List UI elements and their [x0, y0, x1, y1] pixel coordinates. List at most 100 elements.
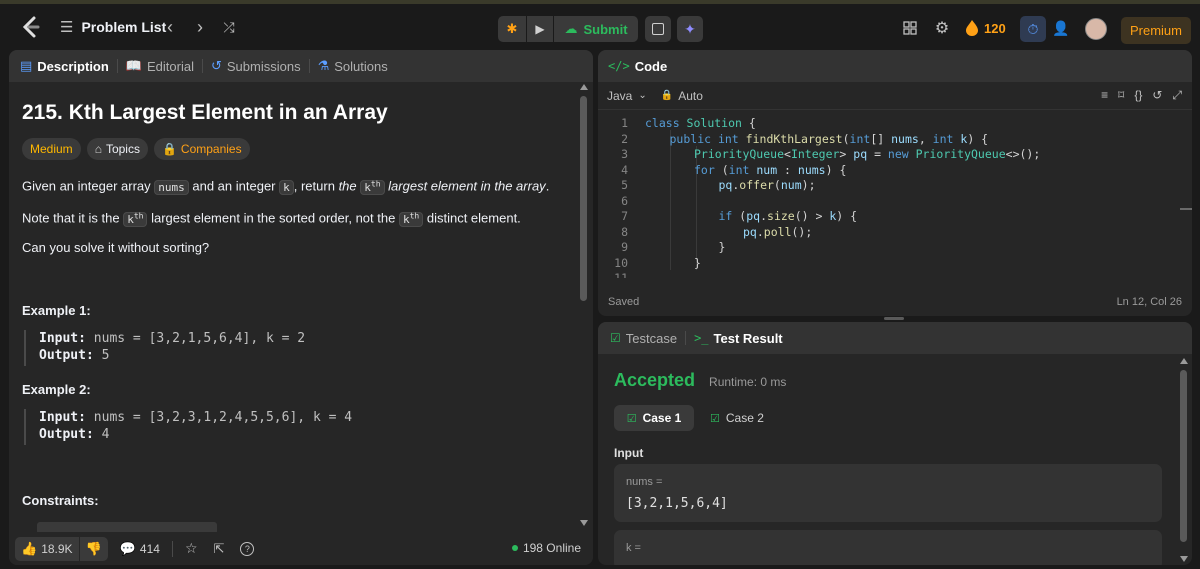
list-icon: ☰ — [60, 19, 74, 36]
previous-problem-icon[interactable]: ‹ — [160, 16, 180, 38]
dislike-button[interactable]: 👎 — [79, 536, 108, 561]
leetcode-logo[interactable] — [18, 14, 44, 40]
code-token: int — [849, 131, 871, 146]
line-code: pq.poll(); — [628, 225, 812, 241]
settings-gear-icon[interactable]: ⚙ — [932, 18, 952, 38]
timer-button[interactable]: ⏱ — [1020, 16, 1046, 42]
scroll-thumb[interactable] — [1180, 370, 1187, 542]
ai-assistant-button[interactable]: ✦ — [677, 16, 703, 42]
line-number: 4 — [621, 162, 628, 177]
tab-editorial[interactable]: 📖 Editorial — [126, 58, 194, 74]
code-token: < — [784, 147, 791, 161]
star-icon[interactable]: ☆ — [185, 540, 198, 557]
panel-resize-handle[interactable] — [884, 317, 904, 320]
tab-test-result[interactable]: >_ Test Result — [694, 331, 783, 346]
code-editor[interactable]: 1 class Solution {2 public int findKthLarg… — [598, 114, 1178, 278]
premium-button[interactable]: Premium — [1121, 17, 1191, 44]
problem-list-button[interactable]: ☰ Problem List — [60, 16, 166, 38]
example-1-title: Example 1: — [22, 303, 91, 318]
braces-icon[interactable]: {} — [1134, 88, 1142, 103]
run-button[interactable]: ▶ — [527, 16, 553, 42]
line-number: 10 — [614, 255, 628, 270]
code-token: ) { — [967, 131, 989, 146]
description-scrollbar[interactable] — [578, 82, 590, 532]
code-token: findKthLargest — [745, 131, 843, 146]
cursor-position: Ln 12, Col 26 — [1116, 296, 1182, 308]
case-tab-1[interactable]: ☑ Case 1 — [614, 405, 694, 431]
add-friend-icon[interactable]: 👤 — [1050, 18, 1072, 38]
comments-button[interactable]: 💬 414 — [120, 541, 160, 557]
code-header: </> Code — [598, 50, 1192, 82]
format-icon[interactable]: ≡ — [1101, 88, 1108, 103]
help-icon[interactable]: ? — [240, 541, 255, 556]
scroll-thumb[interactable] — [580, 96, 587, 301]
reset-icon[interactable]: ↺ — [1152, 88, 1162, 103]
lock-icon: 🔒 — [161, 142, 177, 156]
problem-title: 215. Kth Largest Element in an Array — [22, 101, 388, 124]
debug-button[interactable]: ✱ — [498, 16, 526, 42]
line-code: if (pq.size() > k) { — [628, 209, 858, 225]
code-token: PriorityQueue — [694, 147, 785, 161]
code-token: (); — [791, 224, 813, 239]
topics-chip[interactable]: ⌂ Topics — [86, 138, 148, 160]
scroll-down-arrow[interactable] — [580, 520, 588, 526]
streak-counter[interactable]: 120 — [966, 18, 1006, 38]
checkbox-icon: ☑ — [610, 331, 621, 345]
line-code: } — [628, 256, 701, 272]
result-scrollbar[interactable] — [1178, 354, 1190, 565]
shuffle-icon[interactable]: ⤮ — [218, 16, 240, 38]
tab-divider — [201, 59, 203, 73]
expand-icon[interactable]: ⤢ — [1172, 88, 1182, 103]
tab-testcase[interactable]: ☑ Testcase — [610, 331, 677, 346]
code-token: ( — [721, 162, 729, 177]
code-line: 5 pq.offer(num); — [598, 178, 816, 194]
scroll-down-arrow[interactable] — [1180, 556, 1188, 562]
scroll-up-arrow[interactable] — [1180, 358, 1188, 364]
submit-button[interactable]: ☁ Submit — [554, 16, 638, 42]
language-select[interactable]: Java ⌄ — [607, 89, 647, 103]
next-problem-icon[interactable]: › — [190, 16, 210, 38]
tab-description[interactable]: ▤ Description — [20, 58, 109, 74]
test-result-panel: ☑ Testcase >_ Test Result Accepted Runti… — [598, 322, 1192, 565]
submit-label: Submit — [583, 21, 628, 37]
code-token: ( — [842, 131, 850, 146]
code-line: 3 PriorityQueue<Integer> pq = new Priorit… — [598, 147, 1040, 163]
tab-solutions[interactable]: ⚗ Solutions — [318, 58, 388, 74]
nums-input-box: nums = [3,2,1,5,6,4] — [614, 464, 1162, 522]
share-icon[interactable]: ⇱ — [214, 541, 225, 557]
description-panel: ▤ Description 📖 Editorial ↺ Submissions … — [9, 50, 593, 565]
companies-chip[interactable]: 🔒 Companies — [153, 138, 250, 160]
like-button[interactable]: 👍 18.9K — [15, 536, 79, 561]
tab-divider — [116, 59, 118, 73]
layout-icon[interactable] — [900, 18, 920, 38]
code-token: num — [780, 178, 802, 192]
problem-statement-p2: Note that it is the kth largest element … — [22, 210, 521, 227]
case-tab-2[interactable]: ☑ Case 2 — [710, 405, 780, 431]
code-token: if — [718, 209, 740, 223]
code-kth: kth — [360, 179, 385, 195]
user-avatar[interactable] — [1085, 18, 1107, 40]
code-line: 11 — [598, 271, 645, 278]
sparkle-icon: ✦ — [684, 20, 696, 37]
line-number: 11 — [614, 271, 628, 278]
code-header-label: Code — [634, 58, 668, 74]
example-2-title: Example 2: — [22, 382, 91, 397]
description-tab-bar: ▤ Description 📖 Editorial ↺ Submissions … — [9, 50, 593, 82]
code-line: 10} — [598, 256, 701, 272]
tab-submissions[interactable]: ↺ Submissions — [211, 58, 301, 74]
footer-divider — [171, 540, 173, 557]
problem-chips: Medium ⌂ Topics 🔒 Companies — [22, 138, 256, 160]
scroll-up-arrow[interactable] — [580, 84, 588, 90]
k-input-box: k = — [614, 530, 1162, 565]
runtime-text: Runtime: 0 ms — [709, 375, 787, 389]
bookmark-icon[interactable]: ⌑ — [1118, 88, 1124, 103]
code-token: new — [887, 147, 916, 161]
editor-status-bar: Saved Ln 12, Col 26 — [598, 288, 1192, 316]
comment-icon: 💬 — [119, 540, 136, 556]
code-token: pq — [718, 178, 733, 192]
line-code: pq.offer(num); — [628, 178, 816, 194]
auto-mode-toggle[interactable]: 🔒 Auto — [661, 89, 703, 103]
code-token: pq — [746, 209, 761, 223]
notes-button[interactable] — [645, 16, 671, 42]
